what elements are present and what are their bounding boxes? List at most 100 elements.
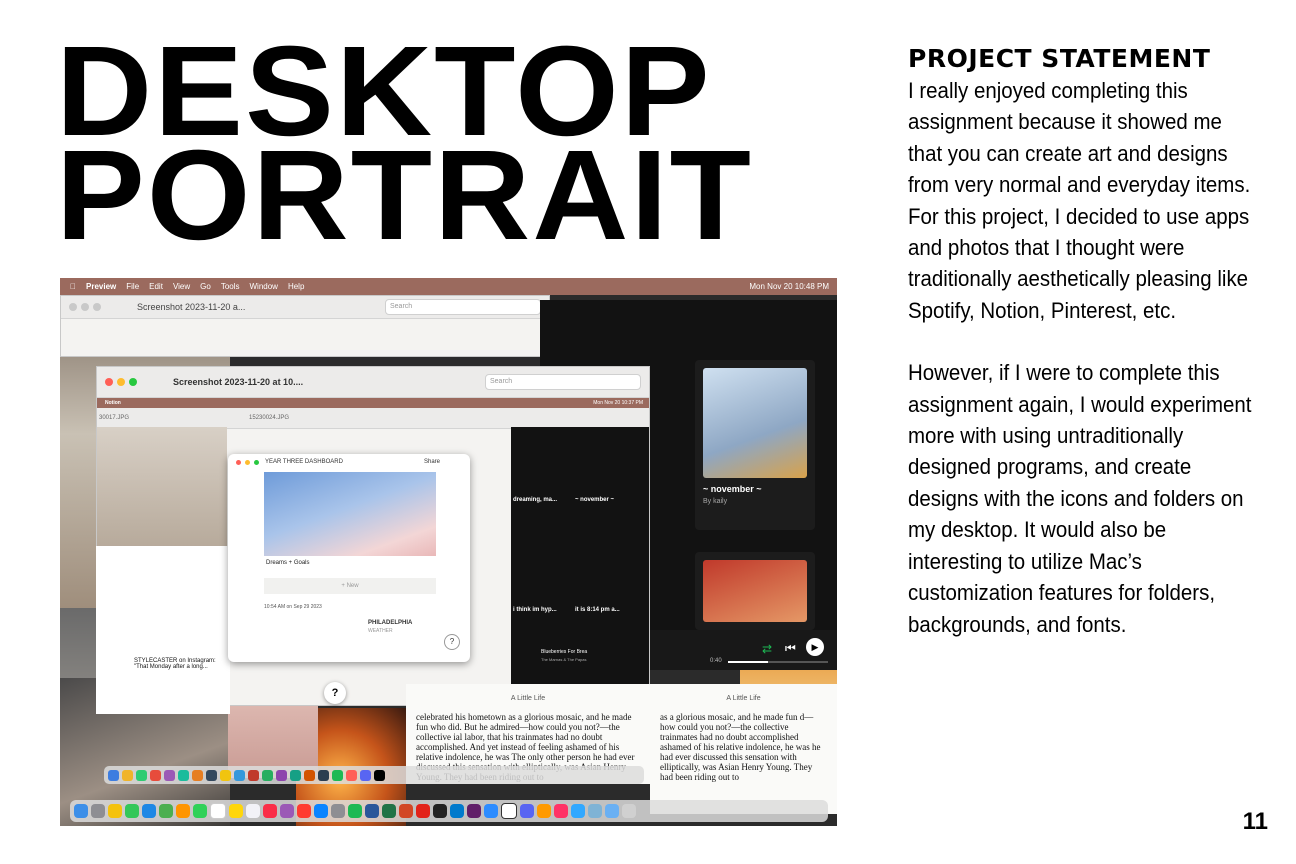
indesign-icon[interactable] [554,804,568,818]
search-input[interactable]: Search [485,374,641,390]
notion-date: 10:54 AM on Sep 29 2023 [264,604,322,610]
previous-icon[interactable]: ⏮ [785,641,796,656]
playlist-owner: By kaily [703,498,728,505]
book-page-right: A Little Life as a glorious mosaic, and … [650,684,837,814]
instagram-caption: STYLECASTER on Instagram: "That Monday a… [134,658,216,670]
mail-icon[interactable] [142,804,156,818]
powerpoint-icon[interactable] [399,804,413,818]
notion-section[interactable]: Dreams + Goals [266,560,310,566]
settings-icon[interactable] [331,804,345,818]
word-icon[interactable] [365,804,379,818]
spotify-icon[interactable] [348,804,362,818]
illustrator-icon[interactable] [537,804,551,818]
apple-icon[interactable]:  [70,282,76,291]
playback-time: 0:40 [710,658,722,664]
news-icon[interactable] [297,804,311,818]
notion-page-title: YEAR THREE DASHBOARD [265,459,343,465]
book-title: A Little Life [510,695,546,702]
window-titlebar: Screenshot 2023-11-20 a... Search [61,296,549,319]
terminal-icon[interactable] [433,804,447,818]
window-controls[interactable] [69,303,101,311]
file-tab: 30017.JPG 15230024.JPG [97,408,649,429]
podcasts-icon[interactable] [280,804,294,818]
calendar-icon[interactable] [210,803,226,819]
menu-window[interactable]: Window [250,282,278,291]
app-store-icon[interactable] [314,804,328,818]
menu-go[interactable]: Go [200,282,211,291]
chrome-icon[interactable] [108,804,122,818]
help-button[interactable]: ? [324,682,346,704]
vscode-icon[interactable] [450,804,464,818]
inner-menubar: Notion Mon Nov 20 10:37 PM [97,398,649,408]
menu-file[interactable]: File [126,282,139,291]
menubar-clock: Mon Nov 20 10:48 PM [749,282,829,291]
file-tab-2[interactable]: 15230024.JPG [249,415,289,421]
shuffle-icon[interactable]: ⇄ [762,642,772,656]
book-text: as a glorious mosaic, and he made fun d—… [660,712,821,782]
zoom-icon[interactable] [484,804,498,818]
photos-icon[interactable] [176,804,190,818]
reminders-icon[interactable] [246,804,260,818]
statement-paragraph-2: However, if I were to complete this assi… [908,360,1252,637]
playlist-card[interactable]: ~ november ~ By kaily [695,360,815,530]
help-icon[interactable]: ? [444,634,460,650]
project-statement: PROJECT STATEMENT I really enjoyed compl… [908,44,1253,640]
file-tab-1[interactable]: 30017.JPG [99,415,129,421]
search-input[interactable]: Search [385,299,541,315]
desktop-collage-image:  Preview File Edit View Go Tools Window… [60,278,837,826]
discord-icon[interactable] [520,804,534,818]
playlist-art [703,368,807,478]
progress-bar[interactable] [728,661,828,663]
playlist-title: ~ november ~ [703,484,762,494]
now-playing-artist: The Marnas & The Papas [541,657,587,662]
maps-icon[interactable] [159,804,173,818]
playlist-title: dreaming, ma... [513,497,558,503]
inner-menubar-clock: Mon Nov 20 10:37 PM [593,400,643,406]
music-icon[interactable] [263,804,277,818]
dock [70,800,828,822]
playlist-title: i think im hyp... [513,607,557,613]
launchpad-icon[interactable] [91,804,105,818]
menubar-app-name[interactable]: Preview [86,282,116,291]
page-title: DESKTOP PORTRAIT [56,28,753,267]
facetime-icon[interactable] [193,804,207,818]
window-title: Screenshot 2023-11-20 at 10.... [173,377,304,387]
finder-icon[interactable] [74,804,88,818]
play-button[interactable]: ▶ [806,638,824,656]
notion-toolbar: YEAR THREE DASHBOARD Share [228,454,470,470]
menu-tools[interactable]: Tools [221,282,240,291]
acrobat-icon[interactable] [416,804,430,818]
statement-paragraph-1: I really enjoyed completing this assignm… [908,78,1251,323]
spotify-mini: dreaming, ma... ~ november ~ i think im … [511,427,649,705]
new-button[interactable]: + New [264,578,436,594]
title-line-2: PORTRAIT [56,124,753,267]
instagram-post: STYLECASTER on Instagram: "That Monday a… [96,546,230,714]
window-controls[interactable] [236,459,259,465]
menu-edit[interactable]: Edit [149,282,163,291]
menu-view[interactable]: View [173,282,190,291]
weather-label: WEATHER [368,628,393,634]
cover-photo-sky [264,472,436,556]
slack-icon[interactable] [467,804,481,818]
smiley-window-photo [97,427,227,547]
dock-inner [104,766,644,784]
playlist-card[interactable] [695,552,815,630]
instagram-photo [132,552,224,652]
photoshop-icon[interactable] [571,804,585,818]
menu-help[interactable]: Help [288,282,304,291]
window-titlebar: Screenshot 2023-11-20 at 10.... Search [97,367,649,398]
notes-icon[interactable] [229,804,243,818]
excel-icon[interactable] [382,804,396,818]
window-controls[interactable] [105,378,137,386]
playlist-title: it is 8:14 pm a... [575,607,620,613]
page-number: 11 [1242,808,1268,835]
folder-icon[interactable] [605,804,619,818]
inner-menubar-app: Notion [105,400,121,406]
share-button[interactable]: Share [424,459,440,465]
messages-icon[interactable] [125,804,139,818]
preview-icon[interactable] [588,804,602,818]
notion-dashboard: YEAR THREE DASHBOARD Share Dreams + Goal… [228,454,470,662]
trash-icon[interactable] [622,804,636,818]
mac-menubar:  Preview File Edit View Go Tools Window… [60,278,837,295]
notion-icon[interactable] [501,803,517,819]
